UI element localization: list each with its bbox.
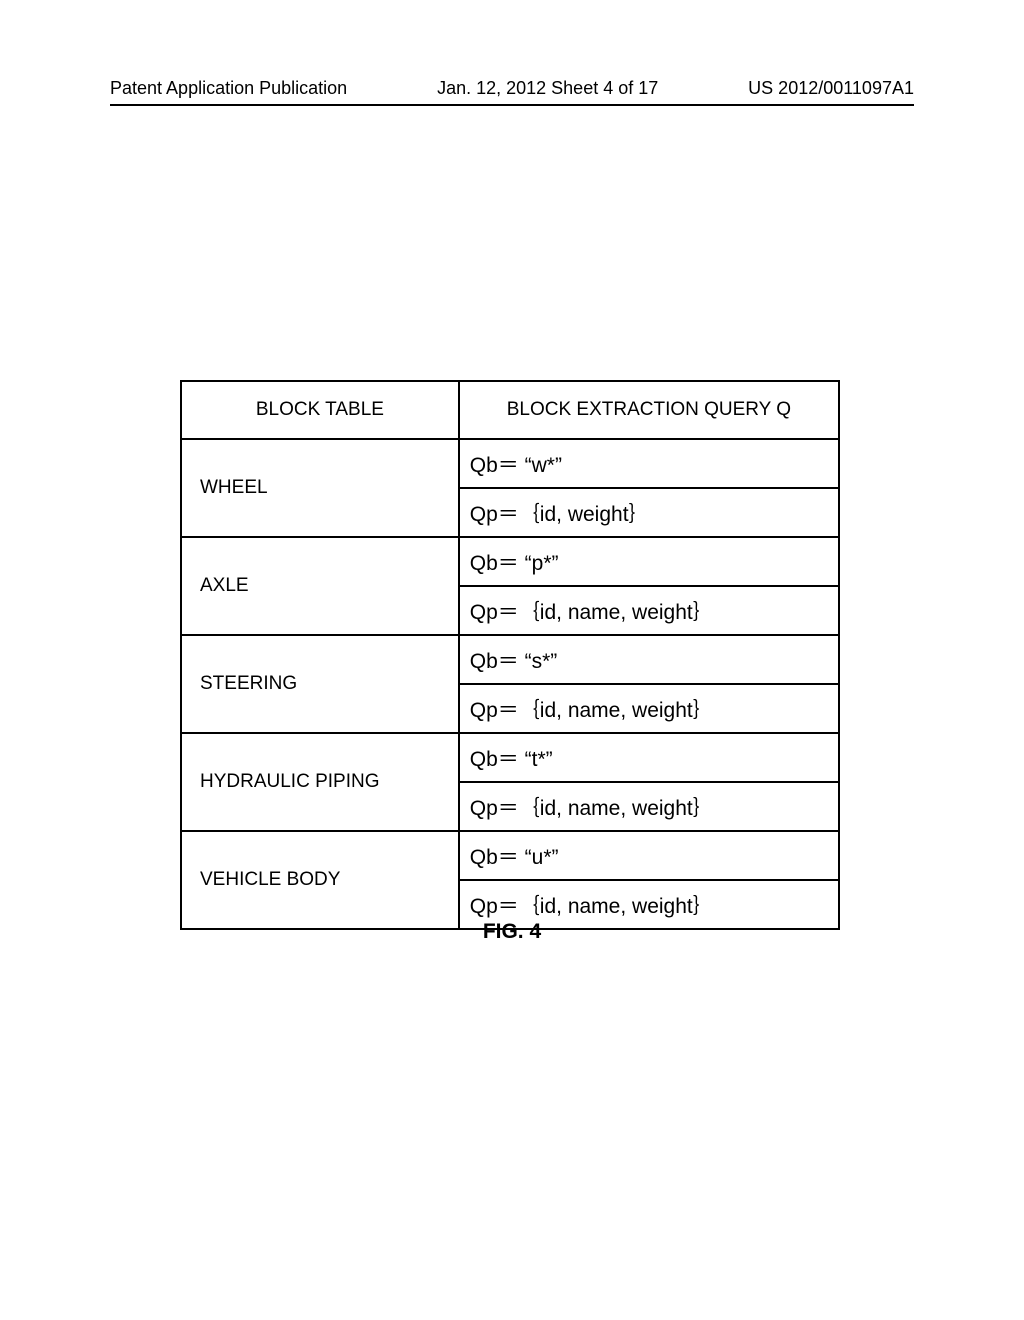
- qp-row: Qp＝｛id, name, weight｝: [460, 781, 838, 830]
- qp-row: Qp＝｛id, name, weight｝: [460, 585, 838, 634]
- block-name-cell: VEHICLE BODY: [181, 831, 459, 929]
- page-header: Patent Application Publication Jan. 12, …: [110, 78, 914, 99]
- qb-row: Qb＝ “s*”: [460, 636, 838, 683]
- query-cell: Qb＝ “s*” Qp＝｛id, name, weight｝: [459, 635, 839, 733]
- table-row: AXLE Qb＝ “p*” Qp＝｛id, name, weight｝: [181, 537, 839, 635]
- col-header-block: BLOCK TABLE: [181, 381, 459, 439]
- table-row: STEERING Qb＝ “s*” Qp＝｛id, name, weight｝: [181, 635, 839, 733]
- block-name-cell: HYDRAULIC PIPING: [181, 733, 459, 831]
- query-cell: Qb＝ “w*” Qp＝｛id, weight｝: [459, 439, 839, 537]
- qp-row: Qp＝｛id, weight｝: [460, 487, 838, 536]
- header-left: Patent Application Publication: [110, 78, 347, 99]
- col-header-query: BLOCK EXTRACTION QUERY Q: [459, 381, 839, 439]
- qb-row: Qb＝ “w*”: [460, 440, 838, 487]
- qp-row: Qp＝｛id, name, weight｝: [460, 683, 838, 732]
- query-cell: Qb＝ “t*” Qp＝｛id, name, weight｝: [459, 733, 839, 831]
- table-row: WHEEL Qb＝ “w*” Qp＝｛id, weight｝: [181, 439, 839, 537]
- query-cell: Qb＝ “u*” Qp＝｛id, name, weight｝: [459, 831, 839, 929]
- table-row: HYDRAULIC PIPING Qb＝ “t*” Qp＝｛id, name, …: [181, 733, 839, 831]
- qb-row: Qb＝ “t*”: [460, 734, 838, 781]
- table-header-row: BLOCK TABLE BLOCK EXTRACTION QUERY Q: [181, 381, 839, 439]
- page: Patent Application Publication Jan. 12, …: [0, 0, 1024, 1320]
- header-right: US 2012/0011097A1: [748, 78, 914, 99]
- query-cell: Qb＝ “p*” Qp＝｛id, name, weight｝: [459, 537, 839, 635]
- qb-row: Qb＝ “p*”: [460, 538, 838, 585]
- block-extraction-table: BLOCK TABLE BLOCK EXTRACTION QUERY Q WHE…: [180, 380, 840, 930]
- block-name-cell: STEERING: [181, 635, 459, 733]
- block-table: BLOCK TABLE BLOCK EXTRACTION QUERY Q WHE…: [180, 380, 840, 930]
- block-name-cell: AXLE: [181, 537, 459, 635]
- qb-row: Qb＝ “u*”: [460, 832, 838, 879]
- table-row: VEHICLE BODY Qb＝ “u*” Qp＝｛id, name, weig…: [181, 831, 839, 929]
- figure-caption: FIG. 4: [0, 920, 1024, 944]
- header-rule: [110, 104, 914, 106]
- header-mid: Jan. 12, 2012 Sheet 4 of 17: [437, 78, 658, 99]
- block-name-cell: WHEEL: [181, 439, 459, 537]
